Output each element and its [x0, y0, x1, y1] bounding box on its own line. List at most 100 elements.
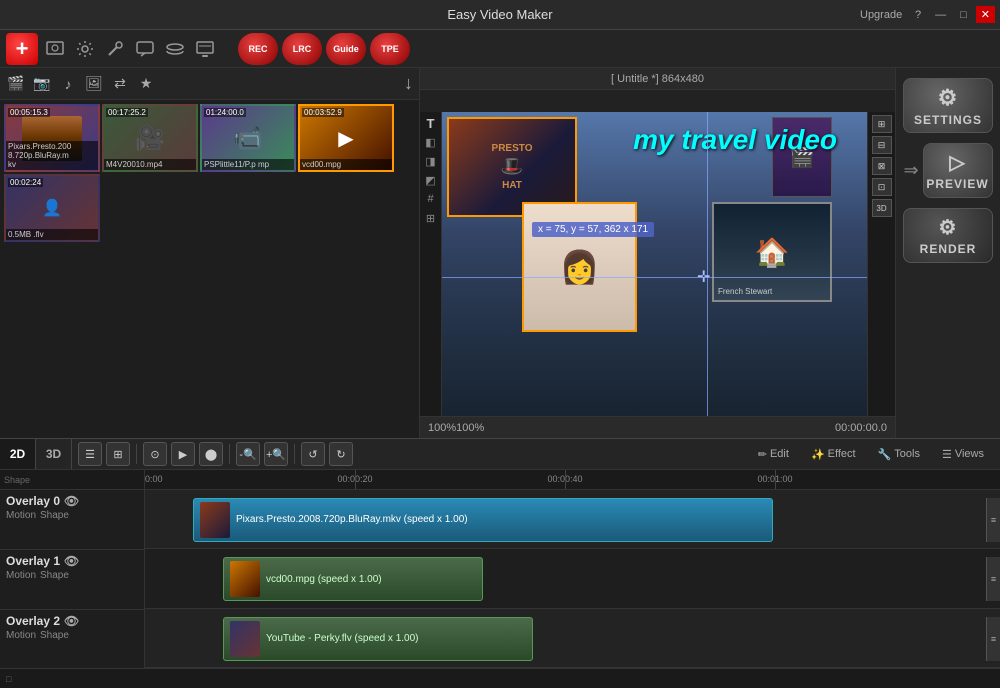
zoom-text: 100% [456, 422, 484, 434]
media-grid: 00:05:15.3 Pixars.Presto.2008.720p.BluRa… [0, 100, 419, 438]
track-content-0: Pixars.Presto.2008.720p.BluRay.mkv (spee… [145, 490, 1000, 549]
thumb-label-4: 0.5MB .flv [6, 229, 98, 240]
tl-zoom-out-btn[interactable]: -🔍 [236, 442, 260, 466]
coord-display: x = 75, y = 57, 362 x 171 [532, 222, 654, 237]
effect-icon: ✨ [811, 448, 825, 461]
views-icon: ☰ [942, 448, 952, 461]
tab-tools[interactable]: 🔧Tools [868, 446, 930, 463]
clip-0[interactable]: Pixars.Presto.2008.720p.BluRay.mkv (spee… [193, 498, 773, 542]
tl-grid-btn[interactable]: ⊞ [106, 442, 130, 466]
thumb-label-3: vcd00.mpg [300, 159, 392, 170]
tl-zoom-in-btn[interactable]: +🔍 [264, 442, 288, 466]
overlay1-label: Overlay 1 [6, 554, 60, 568]
tab-edit[interactable]: ✏Edit [748, 446, 799, 463]
tab-3d[interactable]: 3D [36, 439, 72, 469]
clip-0-thumb [200, 502, 230, 538]
preview-controls-right: ⊞ ⊟ ⊠ ⊡ 3D [867, 112, 895, 416]
toolbar-icon-monitor[interactable] [192, 36, 218, 62]
media-thumb-0[interactable]: 00:05:15.3 Pixars.Presto.2008.720p.BluRa… [4, 104, 100, 172]
close-button[interactable]: ✕ [976, 6, 995, 23]
clip-1[interactable]: vcd00.mpg (speed x 1.00) [223, 557, 483, 601]
track2-motion[interactable]: Motion [6, 630, 36, 641]
tl-undo-btn[interactable]: ↺ [301, 442, 325, 466]
timeline-tracks: 00:00:00 00:00:20 00:00:40 00:01:00 Pixa… [145, 470, 1000, 668]
preview-3d[interactable]: 3D [872, 199, 892, 217]
preview-canvas[interactable]: PRESTO🎩HAT 👩 🏠 French Stewart [420, 90, 895, 416]
track-name-2: Overlay 2 👁 [6, 614, 138, 628]
guide-button[interactable]: Guide [326, 33, 366, 65]
ruler-0: 00:00:00 [145, 474, 163, 484]
track-1-settings[interactable]: ≡ [986, 557, 1000, 601]
preview-title-text: [ Untitle *] 864x480 [611, 73, 704, 85]
track0-motion[interactable]: Motion [6, 510, 36, 521]
edit-icon: ✏ [758, 448, 767, 461]
media-icon-video[interactable]: 🎬 [6, 74, 26, 94]
preview-button[interactable]: ▷ Preview [923, 143, 993, 198]
download-icon[interactable]: ↓ [404, 73, 413, 94]
text-tool-hash[interactable]: ⊞ [422, 210, 440, 226]
tpe-button[interactable]: TPE [370, 33, 410, 65]
text-tool-grid[interactable]: # [422, 191, 440, 207]
media-icon-camera[interactable]: 📷 [32, 74, 52, 94]
overlay0-visibility[interactable]: 👁 [64, 494, 79, 508]
toolbar-icon-wrench[interactable] [102, 36, 128, 62]
media-thumb-3[interactable]: ▶ 00:03:52.9 vcd00.mpg [298, 104, 394, 172]
tl-play-btn[interactable]: ▶ [171, 442, 195, 466]
media-icon-image[interactable]: 🖼 [84, 74, 104, 94]
thumb-time-1: 00:17:25.2 [106, 108, 148, 117]
overlay2-label: Overlay 2 [6, 614, 60, 628]
preview-grid-2[interactable]: ⊟ [872, 136, 892, 154]
maximize-button[interactable]: □ [955, 7, 972, 23]
track-name-0: Overlay 0 👁 [6, 494, 138, 508]
overlay1-visibility[interactable]: 👁 [64, 554, 79, 568]
toolbar-icon-chat[interactable] [132, 36, 158, 62]
media-icon-music[interactable]: ♪ [58, 74, 78, 94]
settings-button[interactable]: ⚙ Settings [903, 78, 993, 133]
preview-grid-all[interactable]: ⊡ [872, 178, 892, 196]
timeline-toolbar: ☰ ⊞ ⊙ ▶ ⬤ -🔍 +🔍 ↺ ↻ [72, 439, 359, 469]
preview-area: [ Untitle *] 864x480 PRESTO🎩HAT 👩 [420, 68, 895, 438]
tab-effect[interactable]: ✨Effect [801, 446, 866, 463]
rec-button[interactable]: REC [238, 33, 278, 65]
media-thumb-2[interactable]: 📹 01:24:00.0 PSPlittle11/P.p mp [200, 104, 296, 172]
tab-views[interactable]: ☰Views [932, 446, 994, 463]
toolbar: + REC LRC Guide TPE [0, 30, 1000, 68]
track0-shape[interactable]: Shape [40, 510, 69, 521]
render-button[interactable]: ⚙ Render [903, 208, 993, 263]
text-tool-align-center[interactable]: ◨ [422, 153, 440, 169]
titlebar: Easy Video Maker Upgrade ? — □ ✕ [0, 0, 1000, 30]
tl-menu-btn[interactable]: ☰ [78, 442, 102, 466]
lrc-button[interactable]: LRC [282, 33, 322, 65]
clip-2[interactable]: YouTube - Perky.flv (speed x 1.00) [223, 617, 533, 661]
track1-shape[interactable]: Shape [40, 570, 69, 581]
track1-motion[interactable]: Motion [6, 570, 36, 581]
timeline-labels: Shape Overlay 0 👁 Motion Shape Overlay 1… [0, 470, 145, 668]
add-button[interactable]: + [6, 33, 38, 65]
views-label: Views [955, 448, 984, 460]
toolbar-icon-settings[interactable] [72, 36, 98, 62]
toolbar-icon-layers[interactable] [162, 36, 188, 62]
media-icon-transform[interactable]: ⇄ [110, 74, 130, 94]
overlay2-visibility[interactable]: 👁 [64, 614, 79, 628]
status-text: □ [6, 674, 11, 684]
media-thumb-1[interactable]: 🎥 00:17:25.2 M4V20010.mp4 [102, 104, 198, 172]
tl-up-btn[interactable]: ⊙ [143, 442, 167, 466]
text-tool-align-right[interactable]: ◩ [422, 172, 440, 188]
help-button[interactable]: ? [910, 7, 926, 23]
media-thumb-4[interactable]: 👤 00:02:24 0.5MB .flv [4, 174, 100, 242]
tab-2d[interactable]: 2D [0, 439, 36, 469]
track2-shape[interactable]: Shape [40, 630, 69, 641]
track-2-settings[interactable]: ≡ [986, 617, 1000, 661]
tl-redo-btn[interactable]: ↻ [329, 442, 353, 466]
track-0-settings[interactable]: ≡ [986, 498, 1000, 542]
toolbar-icon-home[interactable] [42, 36, 68, 62]
preview-grid-4[interactable]: ⊞ [872, 115, 892, 133]
text-tool-align-left[interactable]: ◧ [422, 134, 440, 150]
tl-record-btn[interactable]: ⬤ [199, 442, 223, 466]
preview-grid-1[interactable]: ⊠ [872, 157, 892, 175]
media-icon-effects[interactable]: ★ [136, 74, 156, 94]
minimize-button[interactable]: — [930, 7, 951, 23]
timeline-header: 2D 3D ☰ ⊞ ⊙ ▶ ⬤ -🔍 +🔍 ↺ ↻ ✏Edit ✨Effect … [0, 438, 1000, 470]
text-tool-T[interactable]: T [422, 115, 440, 131]
window-buttons: ? — □ ✕ [910, 6, 995, 23]
